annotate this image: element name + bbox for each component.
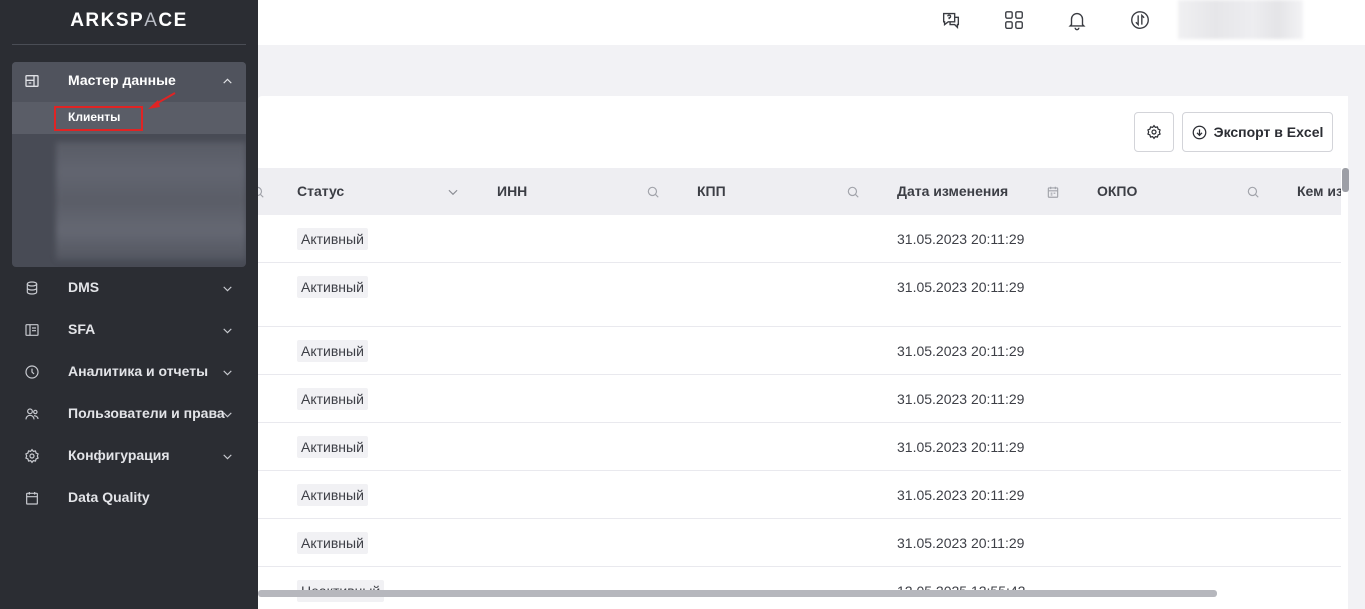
layout-icon <box>25 324 39 336</box>
chevron-up-icon[interactable] <box>221 75 234 88</box>
table-row[interactable]: Активный 31.05.2023 20:11:29 <box>258 215 1341 263</box>
status-badge: Активный <box>297 276 368 298</box>
column-header-status[interactable]: Статус <box>297 168 344 215</box>
search-icon[interactable] <box>646 185 660 199</box>
modified-date-cell: 31.05.2023 20:11:29 <box>897 487 1025 503</box>
top-bar <box>258 0 1365 45</box>
status-badge: Активный <box>297 532 368 554</box>
gear-icon <box>25 448 39 464</box>
chevron-down-icon <box>223 412 232 418</box>
table-row[interactable]: Активный 31.05.2023 20:11:29 <box>258 423 1341 471</box>
sidebar-item-sfa[interactable]: SFA <box>0 309 258 351</box>
export-excel-button[interactable]: Экспорт в Excel <box>1182 112 1333 152</box>
column-header-modified-date[interactable]: Дата изменения <box>897 168 1008 215</box>
download-icon <box>1192 125 1206 139</box>
table-row[interactable]: Неактивный 12.05.2025 12:55:42 <box>258 567 1341 609</box>
status-badge: Активный <box>297 484 368 506</box>
user-profile[interactable] <box>1178 0 1303 39</box>
gear-icon <box>1147 124 1161 140</box>
status-badge: Активный <box>297 340 368 362</box>
master-data-icon <box>25 75 39 87</box>
table-row[interactable]: Активный 31.05.2023 20:11:29 <box>258 375 1341 423</box>
sidebar-item-label: Конфигурация <box>68 447 170 463</box>
sidebar-item-dms[interactable]: DMS <box>0 267 258 309</box>
sidebar-item-label: Мастер данные <box>68 72 176 88</box>
modified-date-cell: 31.05.2023 20:11:29 <box>897 279 1025 295</box>
table-row[interactable]: Активный 31.05.2023 20:11:29 <box>258 327 1341 375</box>
clients-table: Статус ИНН КПП Дата изменения ОКПО Кем и… <box>258 168 1341 609</box>
search-icon[interactable] <box>846 185 860 199</box>
sidebar-item-label: SFA <box>68 321 96 337</box>
users-icon <box>25 408 39 420</box>
horizontal-scrollbar[interactable] <box>258 590 1217 597</box>
status-badge: Активный <box>297 228 368 250</box>
search-icon[interactable] <box>1246 185 1260 199</box>
chat-help-icon[interactable] <box>939 8 963 32</box>
sidebar-item-analytics[interactable]: Аналитика и отчеты <box>0 351 258 393</box>
chevron-down-icon <box>223 454 232 460</box>
apps-grid-icon[interactable] <box>1002 8 1026 32</box>
sidebar-submenu-hidden <box>56 142 246 260</box>
column-header-okpo[interactable]: ОКПО <box>1097 168 1137 215</box>
modified-date-cell: 31.05.2023 20:11:29 <box>897 343 1025 359</box>
sidebar-item-configuration[interactable]: Конфигурация <box>0 435 258 477</box>
modified-date-cell: 31.05.2023 20:11:29 <box>897 231 1025 247</box>
table-header: Статус ИНН КПП Дата изменения ОКПО Кем и… <box>258 168 1341 215</box>
database-icon <box>26 281 38 295</box>
calendar-icon[interactable] <box>1046 185 1060 199</box>
vertical-scrollbar[interactable] <box>1342 168 1349 192</box>
bell-icon[interactable] <box>1065 8 1089 32</box>
modified-date-cell: 31.05.2023 20:11:29 <box>897 535 1025 551</box>
chevron-down-icon <box>223 286 232 292</box>
logo[interactable]: ARKSPACE <box>0 10 258 32</box>
highlight-annotation-box <box>54 106 143 131</box>
chevron-down-icon[interactable] <box>446 185 460 199</box>
sidebar-item-label: Пользователи и права <box>68 405 225 421</box>
clients-table-card: Экспорт в Excel Статус ИНН КПП Дата изме… <box>258 96 1348 609</box>
annotation-arrow-icon <box>148 92 176 109</box>
chevron-down-icon <box>223 370 232 376</box>
chevron-down-icon <box>223 328 232 334</box>
calendar-icon <box>26 492 38 505</box>
sidebar: ARKSPACE Мастер данные Клиенты DMS SFA А… <box>0 0 258 609</box>
table-row[interactable]: Активный 31.05.2023 20:11:29 <box>258 263 1341 327</box>
exchange-icon[interactable] <box>1128 8 1152 32</box>
table-settings-button[interactable] <box>1134 112 1174 152</box>
modified-date-cell: 31.05.2023 20:11:29 <box>897 391 1025 407</box>
sidebar-item-master-data-header[interactable]: Мастер данные <box>0 60 258 102</box>
divider <box>12 44 246 45</box>
sidebar-item-label: Data Quality <box>68 489 150 505</box>
status-badge: Активный <box>297 388 368 410</box>
status-badge: Активный <box>297 436 368 458</box>
column-header-changed-by[interactable]: Кем из <box>1297 168 1341 215</box>
sidebar-item-label: Аналитика и отчеты <box>68 363 209 379</box>
sidebar-item-data-quality[interactable]: Data Quality <box>0 477 258 519</box>
column-header-kpp[interactable]: КПП <box>697 168 726 215</box>
export-label: Экспорт в Excel <box>1213 124 1324 140</box>
table-row[interactable]: Активный 31.05.2023 20:11:29 <box>258 519 1341 567</box>
clock-chart-icon <box>25 365 39 379</box>
column-header-inn[interactable]: ИНН <box>497 168 527 215</box>
table-row[interactable]: Активный 31.05.2023 20:11:29 <box>258 471 1341 519</box>
search-icon <box>258 186 264 198</box>
sidebar-item-users[interactable]: Пользователи и права <box>0 393 258 435</box>
modified-date-cell: 31.05.2023 20:11:29 <box>897 439 1025 455</box>
sidebar-item-label: DMS <box>68 279 100 295</box>
